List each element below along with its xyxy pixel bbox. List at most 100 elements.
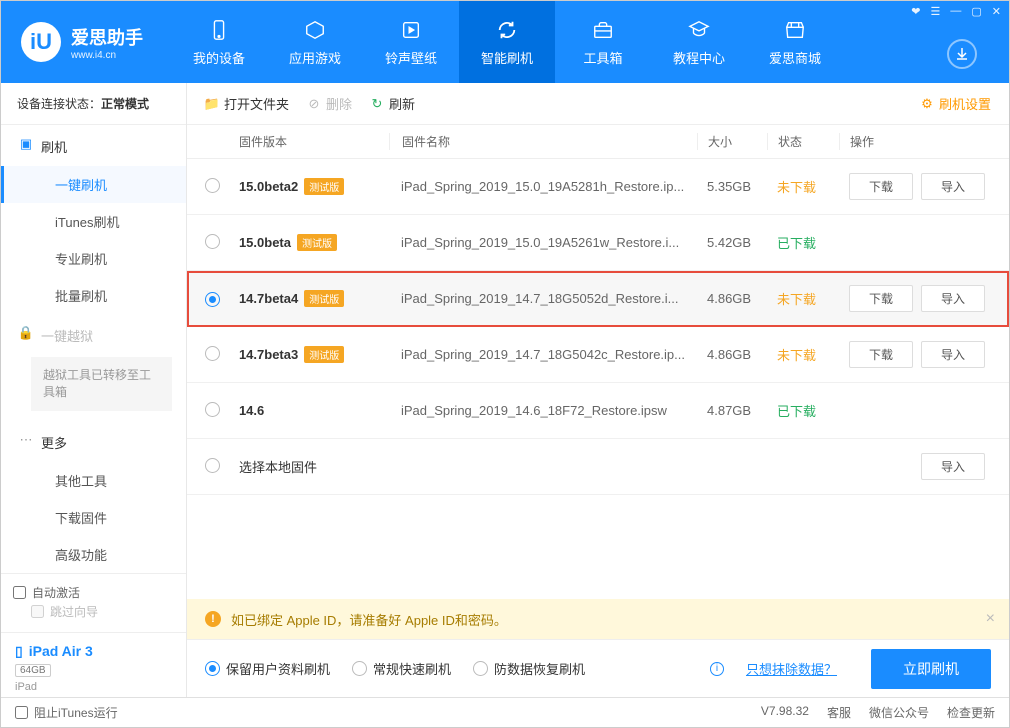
sidebar-section-flash[interactable]: ▣ 刷机 [1, 125, 186, 166]
firmware-row[interactable]: 15.0beta测试版iPad_Spring_2019_15.0_19A5261… [187, 215, 1009, 271]
sidebar-section-jailbreak: 🔒 一键越狱 [1, 314, 186, 355]
nav-item-media[interactable]: 铃声壁纸 [363, 1, 459, 83]
download-button[interactable]: 下载 [849, 341, 913, 368]
local-firmware-row[interactable]: 选择本地固件 导入 [187, 439, 1009, 495]
radio-local[interactable] [205, 458, 220, 473]
table-header: 固件版本 固件名称 大小 状态 操作 [187, 125, 1009, 159]
download-indicator-icon[interactable] [947, 39, 977, 69]
row-radio[interactable] [205, 234, 220, 249]
auto-activate-checkbox[interactable]: 自动激活 [13, 584, 174, 601]
nav-item-toolbox[interactable]: 工具箱 [555, 1, 651, 83]
firmware-filename: iPad_Spring_2019_14.6_18F72_Restore.ipsw [389, 403, 697, 418]
col-version: 固件版本 [239, 133, 389, 150]
download-button[interactable]: 下载 [849, 173, 913, 200]
toolbox-icon [591, 18, 615, 42]
brand-logo: iU 爱思助手 www.i4.cn [1, 22, 171, 62]
brand-name: 爱思助手 [71, 24, 143, 50]
radio-anti-recovery[interactable] [473, 661, 488, 676]
brand-url: www.i4.cn [71, 50, 143, 61]
firmware-status: 未下载 [767, 177, 839, 196]
main-panel: 📁 打开文件夹 ⊘ 删除 ↻ 刷新 ⚙ 刷机设置 固件版本 固件名称 大小 状态… [187, 83, 1009, 697]
menu-icon[interactable]: ☰ [931, 5, 941, 18]
apple-id-notice: ! 如已绑定 Apple ID，请准备好 Apple ID和密码。 × [187, 599, 1009, 639]
firmware-size: 4.86GB [697, 291, 767, 306]
toolbar: 📁 打开文件夹 ⊘ 删除 ↻ 刷新 ⚙ 刷机设置 [187, 83, 1009, 125]
connection-status: 设备连接状态：正常模式 [1, 83, 186, 125]
row-radio[interactable] [205, 402, 220, 417]
nav-item-tutorial[interactable]: 教程中心 [651, 1, 747, 83]
maximize-icon[interactable]: ▢ [971, 5, 981, 18]
sidebar: 设备连接状态：正常模式 ▣ 刷机 一键刷机 iTunes刷机 专业刷机 批量刷机… [1, 83, 187, 697]
flash-icon [495, 18, 519, 42]
gear-icon: ⚙ [920, 97, 934, 111]
firmware-status: 未下载 [767, 289, 839, 308]
beta-badge: 测试版 [304, 178, 344, 195]
col-size: 大小 [697, 133, 767, 150]
firmware-row[interactable]: 14.6iPad_Spring_2019_14.6_18F72_Restore.… [187, 383, 1009, 439]
bookmark-icon[interactable]: ❤ [911, 5, 920, 18]
import-button[interactable]: 导入 [921, 285, 985, 312]
firmware-filename: iPad_Spring_2019_14.7_18G5052d_Restore.i… [389, 291, 697, 306]
device-icon [207, 18, 231, 42]
erase-only-link[interactable]: 只想抹除数据？ [746, 659, 837, 678]
minimize-icon[interactable]: — [950, 5, 961, 18]
sidebar-section-more[interactable]: ⋯ 更多 [1, 421, 186, 462]
opt-anti-recovery[interactable]: 防数据恢复刷机 [473, 659, 585, 678]
import-button[interactable]: 导入 [921, 173, 985, 200]
beta-badge: 测试版 [297, 234, 337, 251]
firmware-row[interactable]: 15.0beta2测试版iPad_Spring_2019_15.0_19A528… [187, 159, 1009, 215]
more-icon: ⋯ [19, 433, 33, 447]
close-notice-icon[interactable]: × [986, 610, 995, 628]
opt-fast-flash[interactable]: 常规快速刷机 [352, 659, 451, 678]
row-radio[interactable] [205, 346, 220, 361]
sidebar-item-pro-flash[interactable]: 专业刷机 [1, 240, 186, 277]
opt-keep-data[interactable]: 保留用户资料刷机 [205, 659, 330, 678]
info-icon[interactable]: i [710, 662, 724, 676]
logo-icon: iU [21, 22, 61, 62]
nav-item-store[interactable]: 爱思商城 [747, 1, 843, 83]
open-folder-button[interactable]: 📁 打开文件夹 [205, 94, 289, 113]
col-status: 状态 [767, 133, 839, 150]
refresh-icon: ↻ [370, 97, 384, 111]
device-name: ▯ iPad Air 3 [15, 643, 172, 660]
device-info-panel[interactable]: ▯ iPad Air 3 64GB iPad [1, 632, 186, 703]
flash-icon: ▣ [19, 137, 33, 151]
import-button[interactable]: 导入 [921, 453, 985, 480]
firmware-row[interactable]: 14.7beta4测试版iPad_Spring_2019_14.7_18G505… [187, 271, 1009, 327]
row-radio[interactable] [205, 292, 220, 307]
wechat-link[interactable]: 微信公众号 [869, 704, 929, 721]
local-firmware-label: 选择本地固件 [239, 457, 317, 476]
nav-item-flash[interactable]: 智能刷机 [459, 1, 555, 83]
support-link[interactable]: 客服 [827, 704, 851, 721]
firmware-table-body: 15.0beta2测试版iPad_Spring_2019_15.0_19A528… [187, 159, 1009, 439]
sidebar-item-download-firmware[interactable]: 下载固件 [1, 499, 186, 536]
firmware-size: 4.86GB [697, 347, 767, 362]
nav-item-apps[interactable]: 应用游戏 [267, 1, 363, 83]
sidebar-item-advanced[interactable]: 高级功能 [1, 536, 186, 573]
delete-icon: ⊘ [307, 97, 321, 111]
radio-keep-data[interactable] [205, 661, 220, 676]
flash-now-button[interactable]: 立即刷机 [871, 649, 991, 689]
firmware-row[interactable]: 14.7beta3测试版iPad_Spring_2019_14.7_18G504… [187, 327, 1009, 383]
firmware-status: 已下载 [767, 401, 839, 420]
app-header: iU 爱思助手 www.i4.cn 我的设备应用游戏铃声壁纸智能刷机工具箱教程中… [1, 1, 1009, 83]
skip-guide-checkbox: 跳过向导 [31, 603, 174, 620]
download-button[interactable]: 下载 [849, 285, 913, 312]
row-radio[interactable] [205, 178, 220, 193]
media-icon [399, 18, 423, 42]
flash-settings-button[interactable]: ⚙ 刷机设置 [920, 94, 991, 113]
close-icon[interactable]: ✕ [992, 5, 1001, 18]
nav-item-device[interactable]: 我的设备 [171, 1, 267, 83]
sidebar-item-oneclick-flash[interactable]: 一键刷机 [1, 166, 186, 203]
import-button[interactable]: 导入 [921, 341, 985, 368]
firmware-status: 未下载 [767, 345, 839, 364]
block-itunes-checkbox[interactable]: 阻止iTunes运行 [15, 704, 118, 721]
radio-fast-flash[interactable] [352, 661, 367, 676]
sidebar-item-batch-flash[interactable]: 批量刷机 [1, 277, 186, 314]
sidebar-item-other-tools[interactable]: 其他工具 [1, 462, 186, 499]
delete-button: ⊘ 删除 [307, 94, 352, 113]
refresh-button[interactable]: ↻ 刷新 [370, 94, 415, 113]
check-update-link[interactable]: 检查更新 [947, 704, 995, 721]
sidebar-item-itunes-flash[interactable]: iTunes刷机 [1, 203, 186, 240]
firmware-version: 15.0beta [239, 235, 291, 250]
